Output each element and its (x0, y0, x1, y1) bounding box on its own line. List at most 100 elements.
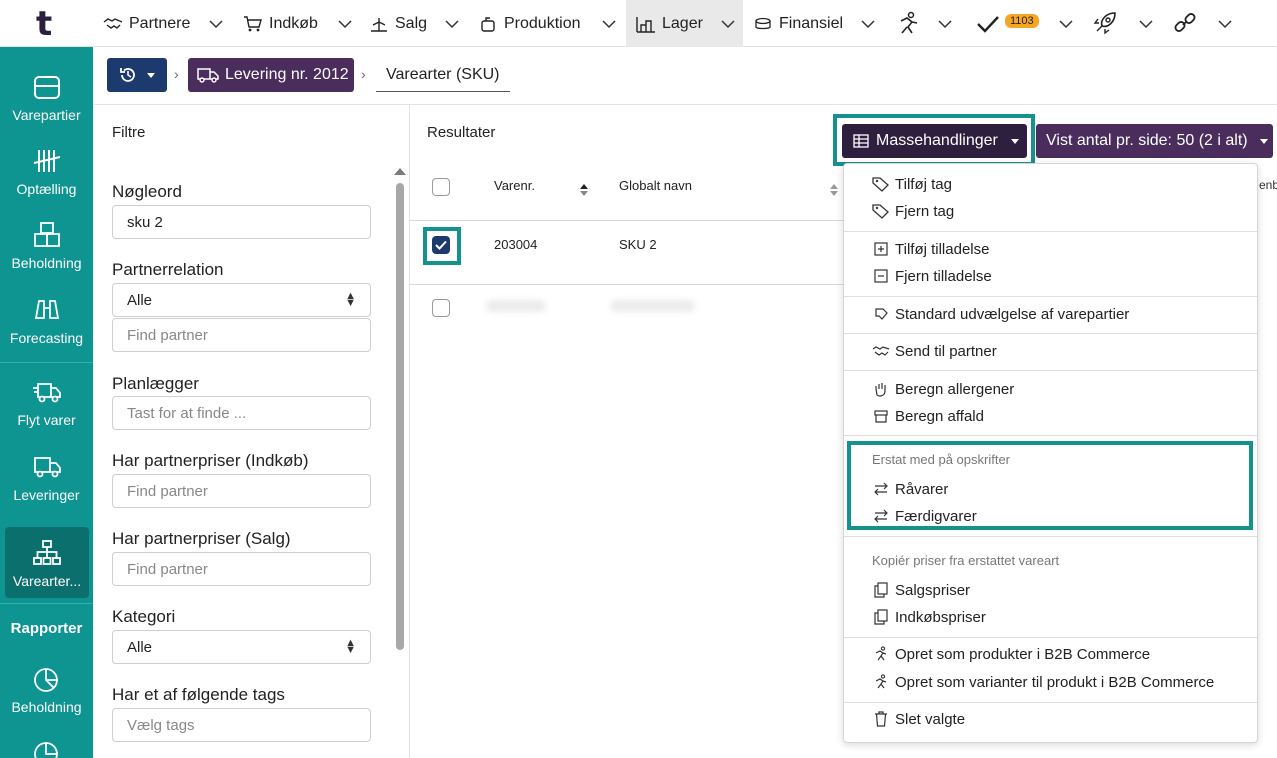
breadcrumb-current: Varearter (SKU) (376, 58, 510, 92)
row-checkbox[interactable] (432, 236, 450, 254)
link-icon[interactable] (1172, 10, 1198, 36)
menu-item-delete-selected[interactable]: Slet valgte (872, 710, 965, 728)
sidebar-divider (0, 362, 93, 363)
history-button[interactable] (107, 58, 167, 92)
chevron-down-icon[interactable] (1058, 16, 1074, 32)
sort-icon[interactable] (829, 183, 839, 197)
sidebar-item-optaelling[interactable]: Optælling (0, 147, 93, 197)
menu-item-calc-waste[interactable]: Beregn affald (872, 407, 984, 425)
trash-icon (872, 710, 890, 728)
menu-item-calc-allergens[interactable]: Beregn allergener (872, 380, 1014, 398)
sidebar-item-label: Forecasting (9, 330, 84, 346)
minus-square-icon (872, 267, 890, 285)
checkmark-icon[interactable] (976, 14, 1000, 34)
menu-item-purchase-prices[interactable]: Indkøbspriser (872, 608, 986, 626)
truck-move-icon (32, 383, 61, 403)
nav-finansiel[interactable]: Finansiel (753, 0, 843, 47)
column-header-globalt-navn[interactable]: Globalt navn (619, 178, 692, 193)
tags-input[interactable]: Vælg tags (112, 708, 371, 742)
column-header-varenr[interactable]: Varenr. (494, 178, 535, 193)
nav-label: Finansiel (779, 14, 844, 32)
chevron-down-icon[interactable] (337, 16, 353, 32)
app-logo[interactable]: t (36, 4, 52, 44)
chevron-down-icon[interactable] (860, 16, 876, 32)
rocket-icon[interactable] (1092, 10, 1118, 36)
menu-item-label: Indkøbspriser (895, 608, 986, 626)
menu-item-label: Slet valgte (895, 710, 966, 728)
sidebar-item-varepartier[interactable]: Varepartier (0, 73, 93, 123)
nav-produktion[interactable]: Produktion (478, 0, 581, 47)
sidebar-item-flyt-varer[interactable]: Flyt varer (0, 378, 93, 428)
history-icon (120, 68, 135, 82)
runner-icon (872, 673, 890, 691)
menu-item-remove-tag[interactable]: Fjern tag (872, 202, 954, 220)
task-count-badge[interactable]: 1103 (1005, 14, 1039, 28)
runner-icon[interactable] (895, 11, 921, 37)
binoculars-icon (34, 300, 59, 319)
chevron-down-icon[interactable] (1217, 16, 1233, 32)
menu-item-add-permission[interactable]: Tilføj tilladelse (872, 240, 989, 258)
row-checkbox[interactable] (432, 299, 450, 317)
keyword-input[interactable]: sku 2 (112, 205, 371, 239)
menu-item-create-products[interactable]: Opret som produkter i B2B Commerce (872, 645, 1150, 663)
sidebar-item-more-report[interactable] (0, 739, 93, 758)
menu-item-default-selection[interactable]: Standard udvælgelse af varepartier (872, 305, 1129, 323)
sidebar-item-label: Varepartier (12, 107, 81, 123)
chevron-down-icon[interactable] (937, 16, 953, 32)
sidebar-divider (0, 603, 93, 604)
handshake-icon (872, 342, 890, 360)
sidebar-item-beholdning[interactable]: Beholdning (0, 221, 93, 271)
hand-icon (872, 380, 890, 398)
partner-prices-sales-label: Har partnerpriser (Salg) (112, 529, 291, 548)
chevron-down-icon[interactable] (1138, 16, 1154, 32)
hierarchy-icon (33, 540, 61, 565)
filters-title: Filtre (112, 124, 146, 141)
sidebar-item-leveringer[interactable]: Leveringer (0, 453, 93, 503)
chevron-down-icon[interactable] (720, 16, 736, 32)
breadcrumb-delivery-label: Levering nr. 2012 (225, 66, 349, 83)
select-all-checkbox[interactable] (432, 178, 450, 196)
select-value: Alle (127, 638, 153, 656)
partner-prices-sales-input[interactable]: Find partner (112, 552, 371, 586)
menu-item-add-tag[interactable]: Tilføj tag (872, 175, 952, 193)
partner-prices-purchase-input[interactable]: Find partner (112, 474, 371, 508)
nav-label: Partnere (129, 14, 191, 32)
sidebar-item-forecasting[interactable]: Forecasting (0, 296, 93, 346)
scroll-up-arrow[interactable] (394, 168, 406, 175)
sidebar-item-beholdning-report[interactable]: Beholdning (0, 665, 93, 715)
planner-input[interactable]: Tast for at finde ... (112, 396, 371, 430)
menu-item-label: Opret som varianter til produkt i B2B Co… (895, 673, 1215, 691)
breadcrumb-delivery[interactable]: Levering nr. 2012 (188, 58, 354, 92)
truck-icon (33, 457, 61, 478)
sidebar-item-varearter[interactable]: Varearter... (5, 527, 89, 598)
sidebar-item-label: Leveringer (13, 487, 80, 503)
per-page-label: Vist antal pr. side: 50 (2 i alt) (1046, 132, 1248, 149)
nav-partnere[interactable]: Partnere (103, 0, 190, 47)
menu-item-sales-prices[interactable]: Salgspriser (872, 581, 970, 599)
partner-relation-find-input[interactable]: Find partner (112, 318, 371, 352)
menu-item-remove-permission[interactable]: Fjern tilladelse (872, 267, 992, 285)
scrollbar-thumb[interactable] (396, 183, 404, 650)
partner-relation-select[interactable]: Alle ▲ ▼ (112, 283, 371, 317)
sidebar-item-label: Beholdning (11, 255, 82, 271)
chevron-down-icon[interactable] (208, 16, 224, 32)
cell-globalt-navn[interactable]: SKU 2 (619, 237, 657, 252)
nav-indkob[interactable]: Indkøb (243, 0, 318, 47)
chevron-down-icon[interactable] (444, 16, 460, 32)
per-page-button[interactable]: Vist antal pr. side: 50 (2 i alt) (1036, 124, 1273, 158)
menu-item-send-to-partner[interactable]: Send til partner (872, 342, 997, 360)
chevron-down-icon[interactable] (601, 16, 617, 32)
pot-icon (478, 14, 498, 34)
cart-icon (243, 14, 263, 34)
mass-actions-button[interactable]: Massehandlinger (842, 124, 1027, 158)
nav-salg[interactable]: Salg (369, 0, 427, 47)
sidebar-item-label: Varearter... (12, 573, 82, 589)
keyword-label: Nøgleord (112, 182, 182, 201)
sort-icon[interactable] (579, 183, 589, 197)
caret-down-icon (1010, 138, 1019, 144)
nav-lager[interactable]: Lager (626, 0, 743, 47)
category-select[interactable]: Alle ▲ ▼ (112, 630, 371, 664)
menu-item-create-variants[interactable]: Opret som varianter til produkt i B2B Co… (872, 673, 1214, 691)
results-title: Resultater (427, 124, 496, 141)
nav-label: Indkøb (269, 14, 318, 32)
